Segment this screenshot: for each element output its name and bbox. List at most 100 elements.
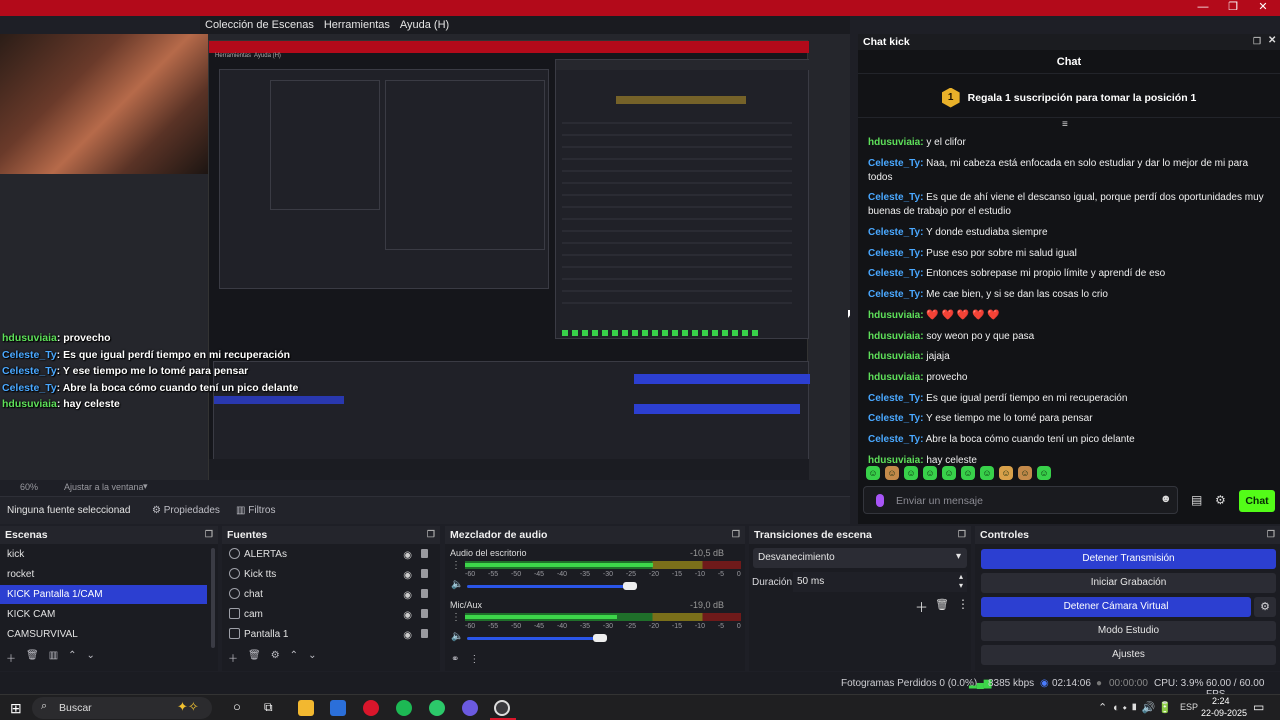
menu-tools[interactable]: Herramientas [319, 16, 395, 34]
restore-button[interactable]: ❐ [1216, 0, 1250, 16]
emote-icon[interactable]: ☺ [885, 466, 899, 480]
store-icon[interactable]: ▤ [1191, 493, 1202, 507]
gear-icon[interactable]: ⚙ [1254, 597, 1276, 617]
opera-icon[interactable] [363, 700, 379, 716]
float-icon[interactable]: ❐ [732, 529, 740, 540]
chevron-down-icon[interactable]: ▾ [143, 481, 148, 492]
language-indicator[interactable]: ESP [1180, 702, 1198, 712]
store-icon[interactable] [330, 700, 346, 716]
zoom-value[interactable]: 60% [20, 482, 38, 492]
chevron-down-icon[interactable]: ⌄ [87, 650, 95, 665]
source-item[interactable]: ALERTAs ◉ [222, 545, 440, 564]
notification-icon[interactable]: ▭ [1253, 700, 1264, 714]
settings-button[interactable]: Ajustes [981, 645, 1276, 665]
menu-scene-collection[interactable]: Colección de Escenas [200, 16, 319, 34]
scrollbar[interactable] [211, 548, 215, 648]
stop-streaming-button[interactable]: Detener Transmisión [981, 549, 1276, 569]
start-recording-button[interactable]: Iniciar Grabación [981, 573, 1276, 593]
float-icon[interactable]: ❐ [427, 529, 435, 540]
emote-icon[interactable]: ☺ [961, 466, 975, 480]
speaker-icon[interactable]: 🔈 [451, 579, 463, 590]
kebab-menu-icon[interactable]: ⋮ [451, 612, 461, 623]
clock-time[interactable]: 2:24 [1212, 696, 1230, 706]
eye-icon[interactable]: ◉ [403, 629, 412, 642]
chat-message-input[interactable] [896, 493, 1136, 509]
lock-icon[interactable] [421, 549, 428, 558]
spin-icon[interactable]: ▴ ▾ [959, 572, 963, 590]
app-icon[interactable] [429, 700, 445, 716]
source-item[interactable]: Kick tts ◉ [222, 565, 440, 584]
gear-icon[interactable]: ⚙ [271, 650, 280, 665]
source-item[interactable]: chat ◉ [222, 585, 440, 604]
emote-icon[interactable]: ☺ [904, 466, 918, 480]
volume-knob[interactable] [623, 582, 638, 590]
emote-icon[interactable]: ☺ [980, 466, 994, 480]
emote-icon[interactable]: ☺ [866, 466, 880, 480]
source-item[interactable]: cam ◉ [222, 605, 440, 624]
scene-item-selected[interactable]: KICK Pantalla 1/CAM [0, 585, 207, 604]
eye-icon[interactable]: ◉ [403, 609, 412, 622]
emote-icon[interactable]: ☺ [942, 466, 956, 480]
filters-button[interactable]: ▥ Filtros [230, 502, 281, 520]
taskbar-search[interactable]: ⌕ Buscar ✦✧ [32, 697, 212, 719]
obs-icon[interactable] [494, 700, 510, 716]
eye-icon[interactable]: ◉ [403, 589, 412, 602]
trash-icon[interactable]: 🗑 [26, 650, 39, 665]
eye-icon[interactable]: ◉ [403, 569, 412, 582]
transition-select[interactable]: Desvanecimiento ▾ [753, 548, 967, 568]
speaker-icon[interactable]: 🔈 [451, 631, 463, 642]
collapse-icon[interactable]: ≡ [1062, 120, 1074, 130]
emote-icon[interactable]: ☺ [1018, 466, 1032, 480]
lock-icon[interactable] [421, 589, 428, 598]
volume-slider[interactable] [467, 637, 601, 640]
source-item[interactable]: Pantalla 1 ◉ [222, 625, 440, 644]
trash-icon[interactable]: 🗑 [935, 598, 949, 611]
emote-icon[interactable]: ☺ [923, 466, 937, 480]
task-view-icon[interactable]: ⧉ [264, 700, 273, 715]
spotify-icon[interactable] [396, 700, 412, 716]
clock-date[interactable]: 22-09-2025 [1201, 708, 1247, 718]
close-icon[interactable]: ✕ [1268, 35, 1276, 46]
chat-input-box[interactable]: ☻ [863, 486, 1178, 514]
scene-item[interactable]: KICK CAM [0, 605, 218, 624]
cortana-icon[interactable]: ○ [233, 699, 241, 714]
properties-button[interactable]: ⚙ Propiedades [146, 502, 226, 520]
float-icon[interactable]: ❐ [1253, 36, 1261, 47]
windows-start-icon[interactable]: ⊞ [10, 700, 22, 717]
studio-mode-button[interactable]: Modo Estudio [981, 621, 1276, 641]
eye-icon[interactable]: ◉ [403, 549, 412, 562]
file-explorer-icon[interactable] [298, 700, 314, 716]
volume-slider[interactable] [467, 585, 631, 588]
chevron-up-icon[interactable]: ⌃ [290, 650, 298, 665]
scene-item[interactable]: kick [0, 545, 218, 564]
kebab-menu-icon[interactable]: ⋮ [957, 597, 969, 611]
kebab-menu-icon[interactable]: ⋮ [469, 654, 479, 665]
chevron-up-icon[interactable]: ⌃ [68, 650, 76, 665]
menu-help[interactable]: Ayuda (H) [395, 16, 454, 34]
add-icon[interactable]: ＋ [915, 597, 928, 616]
add-icon[interactable]: ＋ [228, 650, 238, 665]
float-icon[interactable]: ❐ [205, 529, 213, 540]
duration-input[interactable]: 50 ms ▴ ▾ [793, 572, 967, 592]
discord-icon[interactable] [462, 700, 478, 716]
scene-item[interactable]: CAMSURVIVAL [0, 625, 218, 644]
emote-icon[interactable]: ☺ [1037, 466, 1051, 480]
pinned-gift-banner[interactable]: 1 Regala 1 suscripción para tomar la pos… [858, 78, 1280, 118]
lock-icon[interactable] [421, 609, 428, 618]
chat-tab[interactable]: Chat [858, 54, 1280, 74]
minimize-button[interactable]: — [1186, 0, 1220, 16]
emote-icon[interactable]: ☺ [999, 466, 1013, 480]
float-icon[interactable]: ❐ [1267, 529, 1275, 540]
fit-to-window[interactable]: Ajustar a la ventana [64, 482, 144, 492]
tray-chevron-icon[interactable]: ⌃ [1098, 701, 1107, 714]
mic-icon[interactable] [876, 494, 884, 507]
program-preview[interactable]: Herramientas Ayuda (H) hdusuviaia: prove… [0, 34, 850, 480]
close-button[interactable]: ✕ [1246, 0, 1280, 16]
tray-icons[interactable]: ◐ ⬩ ▮ 🔊 🔋 [1113, 701, 1172, 715]
volume-knob[interactable] [593, 634, 608, 642]
lock-icon[interactable] [421, 629, 428, 638]
chevron-down-icon[interactable]: ⌄ [308, 650, 316, 665]
scene-item[interactable]: rocket [0, 565, 218, 584]
link-icon[interactable]: ⚭ [451, 654, 459, 665]
filter-icon[interactable]: ▥ [49, 650, 58, 665]
